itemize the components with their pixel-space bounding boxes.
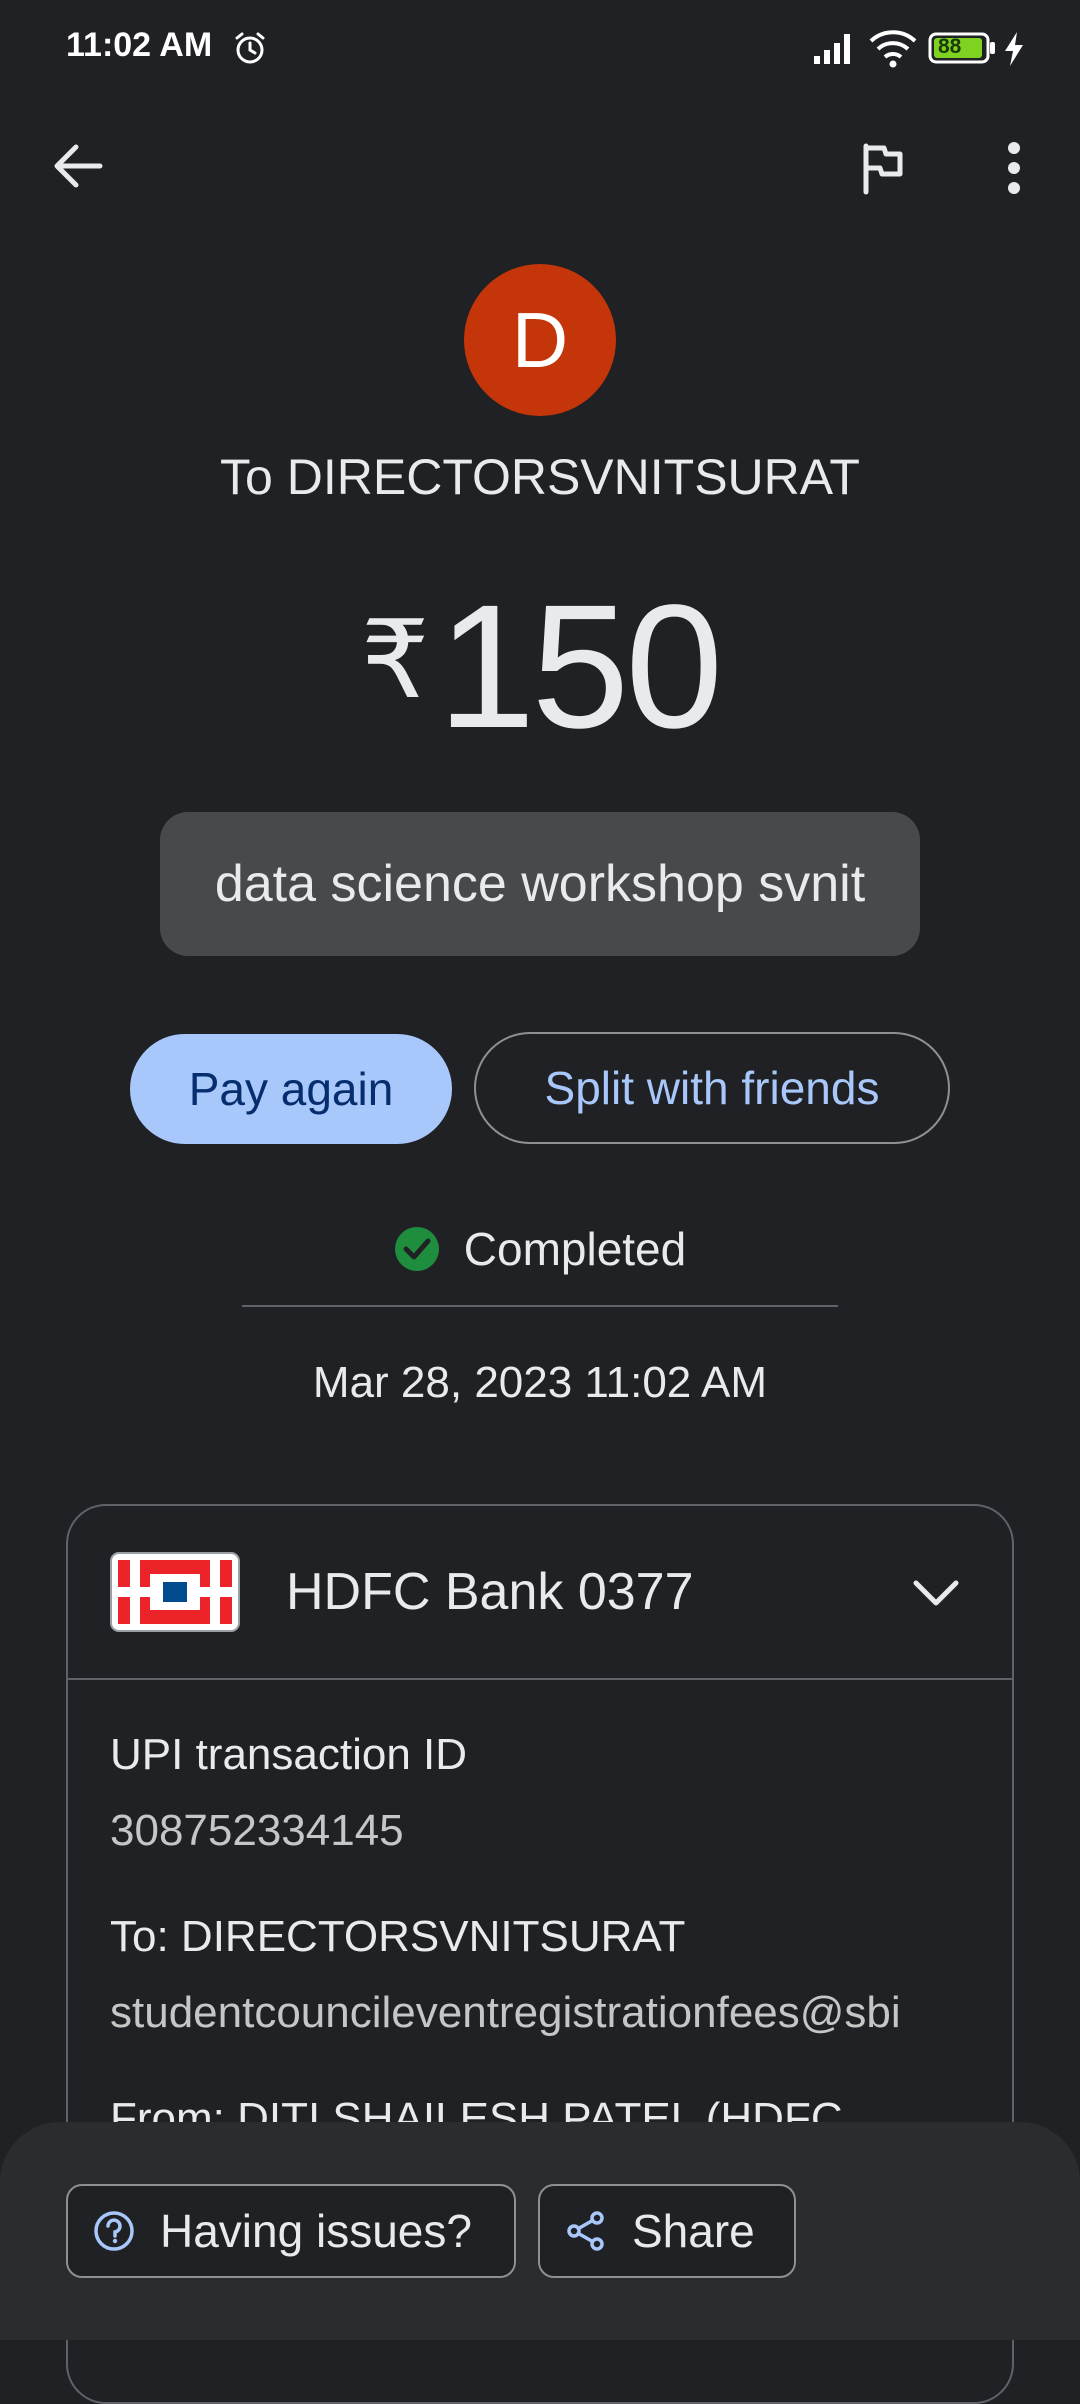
back-arrow-icon[interactable] — [40, 128, 116, 204]
transaction-status: Completed — [0, 1222, 1080, 1276]
charging-icon — [1005, 32, 1023, 66]
card-divider — [68, 1678, 1012, 1680]
battery-level: 88 — [938, 35, 962, 58]
signal-icon — [814, 34, 850, 64]
share-label: Share — [632, 2205, 755, 2257]
status-label: Completed — [463, 1223, 687, 1275]
transaction-datetime: Mar 28, 2023 11:02 AM — [312, 1358, 768, 1407]
payee-title: To DIRECTORSVNITSURAT — [220, 449, 860, 505]
wifi-icon — [869, 30, 917, 68]
battery-icon: 88 — [928, 32, 996, 64]
to-upi-address: studentcouncileventregistrationfees@sbi — [110, 1988, 901, 2037]
chevron-down-icon[interactable] — [906, 1566, 966, 1620]
split-with-friends-button[interactable]: Split with friends — [474, 1032, 950, 1144]
divider — [242, 1305, 838, 1307]
share-button[interactable]: Share — [538, 2184, 796, 2278]
report-flag-icon[interactable] — [846, 132, 918, 204]
currency-symbol: ₹ — [360, 599, 430, 720]
status-time: 11:02 AM — [66, 26, 213, 64]
hdfc-bank-logo-icon — [110, 1552, 240, 1632]
payee-avatar: D — [464, 264, 616, 416]
upi-id-label: UPI transaction ID — [110, 1730, 468, 1779]
having-issues-label: Having issues? — [160, 2205, 472, 2257]
share-icon — [567, 2211, 604, 2251]
check-circle-icon — [394, 1227, 439, 1271]
amount-value: 150 — [437, 569, 724, 765]
having-issues-button[interactable]: Having issues? — [66, 2184, 516, 2278]
bank-account-name: HDFC Bank 0377 — [286, 1563, 694, 1621]
to-label: To: DIRECTORSVNITSURAT — [110, 1912, 686, 1961]
upi-id-value: 308752334145 — [110, 1806, 404, 1855]
help-icon — [94, 2211, 134, 2251]
pay-again-button[interactable]: Pay again — [130, 1034, 452, 1144]
amount-display: ₹150 — [0, 566, 1080, 768]
payment-note: data science workshop svnit — [160, 812, 920, 956]
more-options-icon[interactable] — [978, 130, 1050, 206]
alarm-icon — [235, 32, 265, 64]
